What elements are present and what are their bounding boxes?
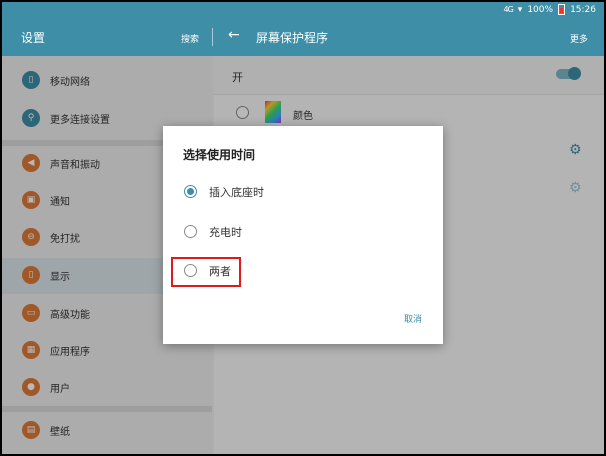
wifi-icon: ▾	[517, 4, 523, 15]
clock: 15:26	[570, 4, 596, 15]
back-arrow-icon[interactable]: ←	[228, 27, 240, 43]
option-label: 插入底座时	[209, 186, 264, 199]
page-title: 屏幕保护程序	[256, 31, 329, 45]
status-bar: 4G ▾ 100% 15:26	[2, 2, 604, 18]
cancel-button[interactable]: 取消	[404, 312, 422, 325]
option-label: 充电时	[209, 226, 242, 239]
option-when-docked[interactable]: 插入底座时	[163, 176, 443, 206]
highlight-box	[171, 257, 241, 287]
dialog-title: 选择使用时间	[183, 148, 256, 162]
search-button[interactable]: 搜索	[181, 32, 199, 45]
radio-button-selected[interactable]	[184, 185, 197, 198]
settings-title: 设置	[21, 31, 46, 45]
screen: 4G ▾ 100% 15:26 设置 搜索 ← 屏幕保护程序 更多 ▯ 移动网络…	[2, 2, 604, 454]
battery-level: 100%	[527, 4, 554, 15]
app-bar: 设置 搜索 ← 屏幕保护程序 更多	[2, 18, 604, 56]
when-to-start-dialog: 选择使用时间 插入底座时 充电时 两者 取消	[163, 126, 443, 344]
appbar-divider	[212, 28, 213, 46]
option-while-charging[interactable]: 充电时	[163, 216, 443, 246]
radio-button[interactable]	[184, 225, 197, 238]
battery-icon	[558, 4, 566, 15]
signal-icon: 4G	[503, 5, 514, 14]
more-button[interactable]: 更多	[570, 32, 588, 45]
